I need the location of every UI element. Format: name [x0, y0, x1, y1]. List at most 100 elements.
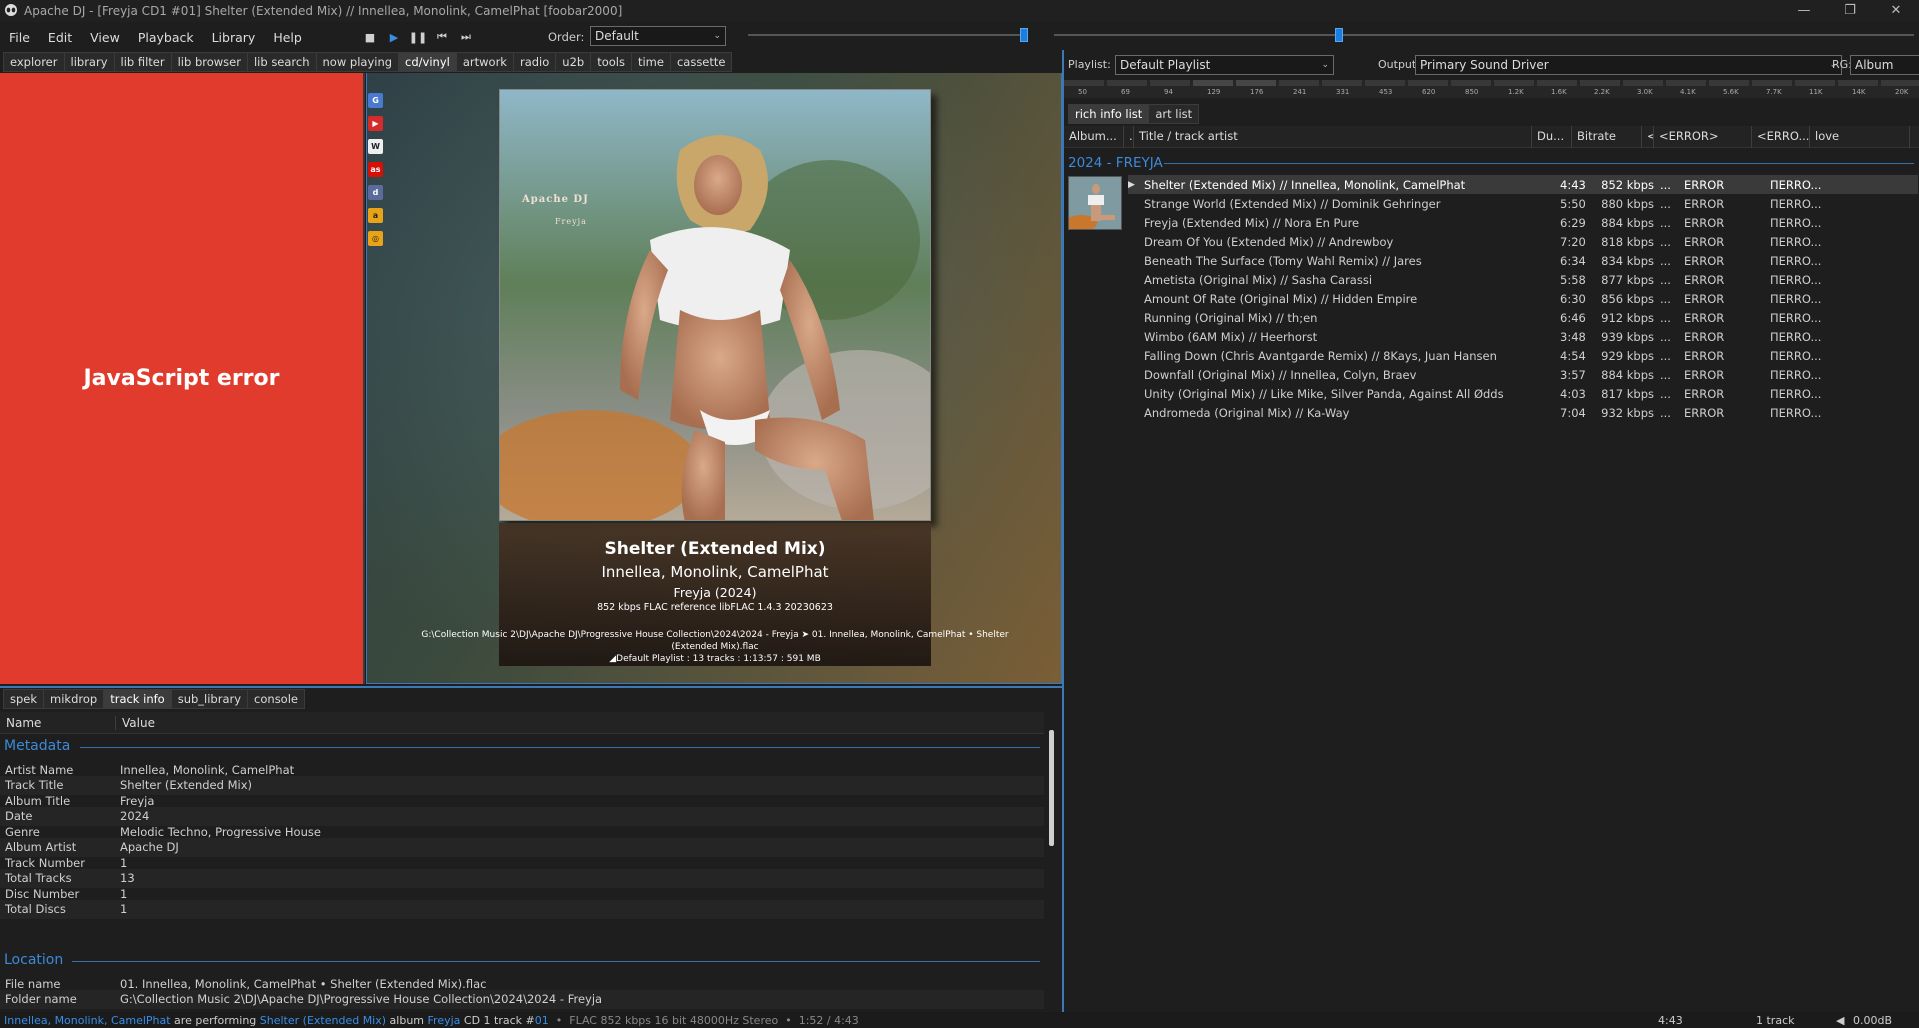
- discogs-icon[interactable]: d: [368, 185, 383, 200]
- track-bitrate: 932 kbps: [1601, 405, 1654, 420]
- tab-sub-library[interactable]: sub_library: [171, 689, 249, 709]
- playlist-row[interactable]: Downfall (Original Mix) // Innellea, Col…: [1128, 365, 1918, 384]
- volume-slider-thumb[interactable]: [1020, 28, 1028, 42]
- tab-u2b[interactable]: u2b: [556, 52, 592, 72]
- spectrum-bar: [1494, 80, 1534, 86]
- track-info-scrollbar[interactable]: [1049, 730, 1054, 846]
- track-duration: 3:57: [1560, 367, 1586, 382]
- youtube-icon[interactable]: ▶: [368, 116, 383, 131]
- minimize-button[interactable]: —: [1781, 0, 1827, 22]
- lastfm-icon[interactable]: as: [368, 162, 383, 177]
- stop-button[interactable]: ■: [360, 27, 380, 47]
- tab-rich-info-list[interactable]: rich info list: [1068, 104, 1150, 124]
- playlist-row[interactable]: Unity (Original Mix) // Like Mike, Silve…: [1128, 384, 1918, 403]
- playlist-row[interactable]: Ametista (Original Mix) // Sasha Carassi…: [1128, 270, 1918, 289]
- info-key: Date: [5, 809, 33, 823]
- spectrum-frequency-label: 7.7K: [1766, 88, 1782, 96]
- tab-spek[interactable]: spek: [3, 689, 45, 709]
- tab-cassette[interactable]: cassette: [670, 52, 733, 72]
- tab-mikdrop[interactable]: mikdrop: [44, 689, 105, 709]
- track-bitrate: 929 kbps: [1601, 348, 1654, 363]
- tab-cd-vinyl[interactable]: cd/vinyl: [399, 52, 457, 72]
- replaygain-select[interactable]: Album⌄: [1850, 55, 1919, 75]
- menu-playback[interactable]: Playback: [129, 30, 203, 45]
- tab-tools[interactable]: tools: [591, 52, 632, 72]
- menu-help[interactable]: Help: [264, 30, 311, 45]
- tab-explorer[interactable]: explorer: [3, 52, 65, 72]
- track-duration: 5:50: [1560, 196, 1586, 211]
- spectrum-bar: [1451, 80, 1491, 86]
- panel-splitter[interactable]: [1062, 50, 1064, 1012]
- musicbrainz-icon[interactable]: ◎: [368, 231, 383, 246]
- playlist-column-header[interactable]: .: [1124, 125, 1134, 148]
- playlist-column-header[interactable]: Bitrate: [1572, 125, 1642, 148]
- spectrum-frequency-label: 50: [1078, 88, 1087, 96]
- speaker-icon[interactable]: ◀: [1836, 1014, 1844, 1027]
- previous-button[interactable]: ⏮: [432, 27, 452, 47]
- tab-track-info[interactable]: track info: [104, 689, 172, 709]
- tab-art-list[interactable]: art list: [1149, 104, 1200, 124]
- output-select[interactable]: Primary Sound Driver ⌄: [1415, 55, 1842, 75]
- now-playing-artist: Innellea, Monolink, CamelPhat: [601, 563, 829, 581]
- pause-button[interactable]: ❚❚: [408, 27, 428, 47]
- cover-brand-line1: Apache DJ: [522, 194, 589, 205]
- close-button[interactable]: ✕: [1873, 0, 1919, 22]
- playlist-row[interactable]: Running (Original Mix) // th;en 6:46 912 k…: [1128, 308, 1918, 327]
- playlist-row[interactable]: Dream Of You (Extended Mix) // Andrewboy…: [1128, 232, 1918, 251]
- google-icon[interactable]: G: [368, 93, 383, 108]
- tab-lib-filter[interactable]: lib filter: [114, 52, 172, 72]
- track-bitrate: 817 kbps: [1601, 386, 1654, 401]
- transport-controls: ■ ▶ ❚❚ ⏮ ⏭: [360, 27, 476, 47]
- track-info-header: Name Value: [0, 712, 1044, 734]
- playlist-column-header[interactable]: <: [1642, 125, 1654, 148]
- tab-now-playing[interactable]: now playing: [316, 52, 400, 72]
- output-value: Primary Sound Driver: [1420, 58, 1549, 72]
- menu-view[interactable]: View: [81, 30, 129, 45]
- tab-lib-search[interactable]: lib search: [247, 52, 317, 72]
- playlist-column-header[interactable]: <ERROR>: [1654, 125, 1752, 148]
- info-value: 1: [120, 855, 128, 870]
- chevron-down-icon: ⌄: [1321, 60, 1329, 70]
- seek-bar-thumb[interactable]: [1335, 28, 1344, 42]
- menu-edit[interactable]: Edit: [39, 30, 81, 45]
- tab-lib-browser[interactable]: lib browser: [171, 52, 248, 72]
- maximize-button[interactable]: ❐: [1827, 0, 1873, 22]
- playlist-row[interactable]: Beneath The Surface (Tomy Wahl Remix) //…: [1128, 251, 1918, 270]
- track-duration: 5:58: [1560, 272, 1586, 287]
- playlist-row[interactable]: Amount Of Rate (Original Mix) // Hidden …: [1128, 289, 1918, 308]
- spectrum-frequency-label: 69: [1121, 88, 1130, 96]
- value-column-header[interactable]: Value: [116, 716, 155, 730]
- playlist-row[interactable]: Wimbo (6AM Mix) // Heerhorst 3:48 939 kbps…: [1128, 327, 1918, 346]
- order-select[interactable]: Default ⌄: [590, 26, 726, 46]
- playlist-column-header[interactable]: <ERRO...: [1752, 125, 1810, 148]
- seek-bar[interactable]: [1054, 28, 1914, 42]
- playlist-row[interactable]: Freyja (Extended Mix) // Nora En Pure 6:2…: [1128, 213, 1918, 232]
- playlist-select[interactable]: Default Playlist ⌄: [1115, 55, 1334, 75]
- next-button[interactable]: ⏭: [456, 27, 476, 47]
- playlist-column-header[interactable]: Title / track artist: [1134, 125, 1532, 148]
- playlist-row[interactable]: ▶ Shelter (Extended Mix) // Innellea, Mon…: [1128, 175, 1918, 194]
- horizontal-splitter[interactable]: [0, 686, 1062, 688]
- menu-library[interactable]: Library: [203, 30, 265, 45]
- playlist-column-header[interactable]: Album...: [1064, 125, 1124, 148]
- tab-time[interactable]: time: [631, 52, 671, 72]
- volume-slider[interactable]: [748, 28, 1028, 42]
- spectrum-bar: [1064, 80, 1104, 86]
- track-ellipsis: ...: [1660, 348, 1671, 363]
- javascript-error-text: JavaScript error: [83, 366, 280, 391]
- playlist-row[interactable]: Andromeda (Original Mix) // Ka-Way 7:04 93…: [1128, 403, 1918, 422]
- menu-file[interactable]: File: [0, 30, 39, 45]
- track-title: Freyja (Extended Mix) // Nora En Pure: [1144, 215, 1360, 230]
- playlist-column-header[interactable]: Du...: [1532, 125, 1572, 148]
- playlist-row[interactable]: Strange World (Extended Mix) // Dominik …: [1128, 194, 1918, 213]
- playlist-column-header[interactable]: love: [1810, 125, 1910, 148]
- name-column-header[interactable]: Name: [0, 715, 116, 730]
- tab-library[interactable]: library: [64, 52, 115, 72]
- wikipedia-icon[interactable]: W: [368, 139, 383, 154]
- tab-console[interactable]: console: [248, 689, 305, 709]
- allmusic-icon[interactable]: a: [368, 208, 383, 223]
- playlist-row[interactable]: Falling Down (Chris Avantgarde Remix) //…: [1128, 346, 1918, 365]
- play-button[interactable]: ▶: [384, 27, 404, 47]
- tab-radio[interactable]: radio: [513, 52, 557, 72]
- tab-artwork[interactable]: artwork: [456, 52, 514, 72]
